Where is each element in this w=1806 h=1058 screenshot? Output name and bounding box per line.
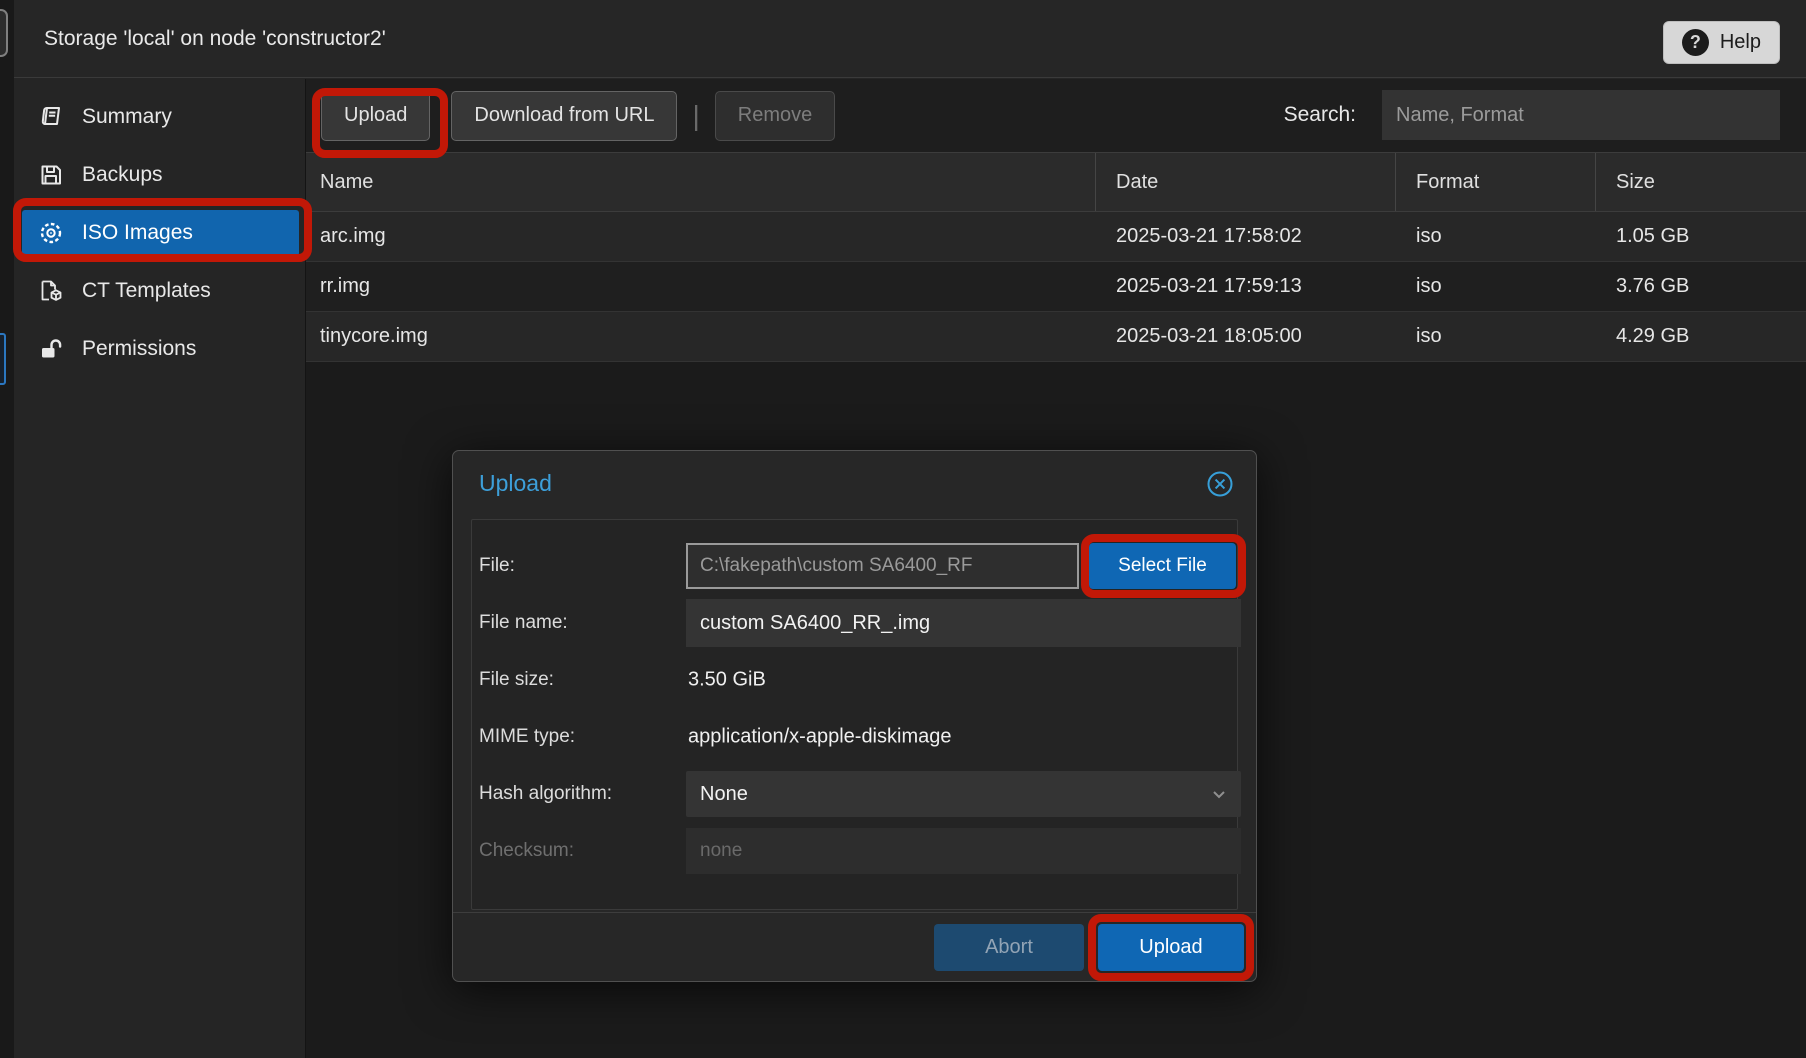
cell-name: tinycore.img xyxy=(306,312,1096,361)
sidebar-item-ct-templates[interactable]: CT Templates xyxy=(22,268,299,314)
file-name-input[interactable] xyxy=(686,599,1241,647)
upload-dialog: Upload File: Select File File name: File… xyxy=(452,450,1257,982)
cell-name: arc.img xyxy=(306,212,1096,261)
question-mark-icon: ? xyxy=(1682,29,1709,56)
sidebar-item-label: Backups xyxy=(82,163,163,187)
table-row[interactable]: rr.img 2025-03-21 17:59:13 iso 3.76 GB xyxy=(306,262,1806,312)
column-header-format[interactable]: Format xyxy=(1396,153,1596,211)
cell-format: iso xyxy=(1396,262,1596,311)
upload-button[interactable]: Upload xyxy=(321,91,430,141)
collapsed-panel-edge-selected xyxy=(0,333,6,385)
floppy-icon xyxy=(38,163,64,187)
hash-algorithm-value: None xyxy=(700,783,748,806)
book-icon xyxy=(38,105,64,129)
download-from-url-button[interactable]: Download from URL xyxy=(451,91,677,141)
chevron-down-icon xyxy=(1211,786,1227,802)
file-cube-icon xyxy=(38,279,64,303)
cell-format: iso xyxy=(1396,212,1596,261)
remove-button[interactable]: Remove xyxy=(715,91,835,141)
file-size-label: File size: xyxy=(479,669,554,691)
search-area: Search: xyxy=(1284,90,1780,140)
cell-size: 3.76 GB xyxy=(1596,262,1806,311)
help-button-label: Help xyxy=(1720,31,1761,54)
hash-algorithm-select[interactable]: None xyxy=(686,771,1241,817)
abort-button[interactable]: Abort xyxy=(934,924,1084,971)
help-button[interactable]: ? Help xyxy=(1663,21,1780,64)
sidebar: Summary Backups xyxy=(14,79,306,1058)
cell-date: 2025-03-21 18:05:00 xyxy=(1096,312,1396,361)
cell-size: 1.05 GB xyxy=(1596,212,1806,261)
page-title: Storage 'local' on node 'constructor2' xyxy=(44,27,386,51)
file-label: File: xyxy=(479,555,515,577)
sidebar-item-summary[interactable]: Summary xyxy=(22,94,299,140)
proxmox-storage-window: Storage 'local' on node 'constructor2' ?… xyxy=(0,0,1806,1058)
search-label: Search: xyxy=(1284,103,1356,127)
dialog-upload-button[interactable]: Upload xyxy=(1098,924,1244,971)
sidebar-item-backups[interactable]: Backups xyxy=(22,152,299,198)
sidebar-item-label: Permissions xyxy=(82,337,196,361)
unlock-icon xyxy=(38,337,64,361)
dialog-title: Upload xyxy=(479,470,552,497)
cell-name: rr.img xyxy=(306,262,1096,311)
file-size-value: 3.50 GiB xyxy=(688,669,766,692)
table-row[interactable]: arc.img 2025-03-21 17:58:02 iso 1.05 GB xyxy=(306,212,1806,262)
hash-algorithm-label: Hash algorithm: xyxy=(479,783,612,805)
sidebar-item-label: Summary xyxy=(82,105,172,129)
mime-type-value: application/x-apple-diskimage xyxy=(688,726,951,749)
collapsed-panel-edge xyxy=(0,9,8,57)
column-header-size[interactable]: Size xyxy=(1596,153,1806,211)
iso-images-table: Name Date Format Size arc.img 2025-03-21… xyxy=(306,152,1806,362)
column-header-date[interactable]: Date xyxy=(1096,153,1396,211)
sidebar-item-permissions[interactable]: Permissions xyxy=(22,326,299,372)
checksum-input[interactable] xyxy=(686,828,1241,874)
dialog-footer-divider xyxy=(453,912,1256,913)
table-header-row: Name Date Format Size xyxy=(306,152,1806,212)
sidebar-item-label: CT Templates xyxy=(82,279,211,303)
toolbar: Upload Download from URL | Remove Search… xyxy=(306,79,1806,152)
select-file-button[interactable]: Select File xyxy=(1089,543,1236,589)
column-header-name[interactable]: Name xyxy=(306,153,1096,211)
file-name-label: File name: xyxy=(479,612,568,634)
cell-format: iso xyxy=(1396,312,1596,361)
toolbar-separator: | xyxy=(692,100,699,132)
table-row[interactable]: tinycore.img 2025-03-21 18:05:00 iso 4.2… xyxy=(306,312,1806,362)
checksum-label: Checksum: xyxy=(479,840,574,862)
cell-date: 2025-03-21 17:58:02 xyxy=(1096,212,1396,261)
close-icon[interactable] xyxy=(1206,470,1234,498)
file-path-input[interactable] xyxy=(686,543,1079,589)
sidebar-item-iso-images[interactable]: ISO Images xyxy=(22,210,299,256)
sidebar-item-label: ISO Images xyxy=(82,221,193,245)
cell-date: 2025-03-21 17:59:13 xyxy=(1096,262,1396,311)
disc-icon xyxy=(38,221,64,245)
panel-header: Storage 'local' on node 'constructor2' ?… xyxy=(14,0,1806,78)
cell-size: 4.29 GB xyxy=(1596,312,1806,361)
search-input[interactable] xyxy=(1382,90,1780,140)
mime-type-label: MIME type: xyxy=(479,726,575,748)
